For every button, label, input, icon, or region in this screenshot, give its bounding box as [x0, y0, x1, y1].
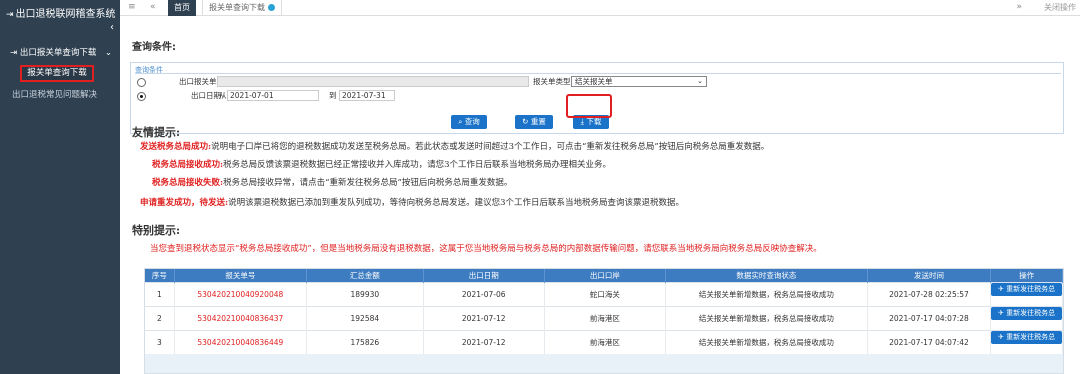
- resend-button[interactable]: ✈ 重新发往税务总局: [991, 306, 1062, 330]
- date-to-input[interactable]: 2021-07-31: [339, 90, 395, 101]
- sidebar-item-declaration-download[interactable]: 报关单查询下载: [20, 65, 94, 82]
- resend-button[interactable]: ✈ 重新发往税务总局: [991, 282, 1062, 306]
- tip-received-failure: 税务总局接收失败:税务总局接收异常，请点击“重新发往税务总局”按钮后向税务总局重…: [152, 178, 513, 188]
- signout-icon: ⇥: [10, 48, 20, 58]
- sidebar-group-declaration[interactable]: ⇥ 出口报关单查询下载 ⌄: [0, 46, 120, 60]
- tips-heading: 友情提示:: [132, 126, 181, 139]
- reset-button[interactable]: ↻ 重置: [515, 115, 553, 129]
- cell-port: 前海港区: [544, 305, 666, 330]
- scroll-left-icon[interactable]: «: [150, 2, 156, 12]
- cell-sent-time: 2021-07-17 04:07:28: [867, 305, 992, 330]
- sidebar: ⇥ 出口退税联网稽查系统 ‹ ⇥ 出口报关单查询下载 ⌄ 报关单查询下载 出口退税…: [0, 0, 120, 374]
- tip-resend-pending: 申请重发成功，待发送:说明该票退税数据已添加到重发队列成功，等待向税务总局发送。…: [140, 198, 685, 208]
- row-declaration-number: 出口报关单号 报关单类型 结关报关单 ⌄: [131, 76, 1063, 88]
- table-header-row: 序号 报关单号 汇总金额 出口日期 出口口岸 数据实时查询状态 发送时间 操作: [145, 269, 1063, 282]
- cell-port: 前海港区: [544, 329, 666, 354]
- send-icon: ✈: [998, 308, 1007, 317]
- special-tips-heading: 特别提示:: [132, 224, 181, 237]
- col-header: 出口日期: [423, 269, 545, 282]
- collapse-chevron-icon[interactable]: ‹: [110, 22, 114, 33]
- col-header: 序号: [145, 269, 175, 282]
- cell-sent-time: 2021-07-17 04:07:42: [867, 329, 992, 354]
- menu-icon[interactable]: ≡: [128, 2, 136, 12]
- cell-sent-time: 2021-07-28 02:25:57: [867, 281, 992, 306]
- sidebar-item-faq[interactable]: 出口退税常见问题解决: [12, 88, 97, 100]
- cell-port: 蛇口海关: [544, 281, 666, 306]
- table-row: 2 530420210040836437 192584 2021-07-12 前…: [145, 305, 1063, 330]
- cell-date: 2021-07-12: [423, 329, 545, 354]
- radio-by-date[interactable]: [137, 92, 146, 101]
- decl-no-input[interactable]: [217, 76, 529, 87]
- send-icon: ✈: [998, 332, 1007, 341]
- app-title: ⇥ 出口退税联网稽查系统: [6, 9, 116, 20]
- close-operations-button[interactable]: 关闭操作: [1044, 0, 1076, 16]
- cell-amount: 192584: [306, 305, 424, 330]
- cell-decl-no[interactable]: 530420210040920048: [174, 281, 308, 306]
- chevron-down-icon: ⌄: [697, 77, 703, 85]
- top-bar: ≡ « 首页 报关单查询下载 » 关闭操作: [120, 0, 1080, 16]
- tip-sent-success: 发送税务总局成功:说明电子口岸已将您的退税数据成功发送至税务总局。若此状态或发送…: [140, 142, 770, 152]
- cell-status: 结关报关单新增数据，税务总局接收成功: [665, 305, 868, 330]
- cell-date: 2021-07-06: [423, 281, 545, 306]
- col-header: 发送时间: [867, 269, 992, 282]
- col-header: 汇总金额: [306, 269, 424, 282]
- cell-date: 2021-07-12: [423, 305, 545, 330]
- search-button[interactable]: ⌕ 查询: [451, 115, 487, 129]
- decl-type-label: 报关单类型: [533, 77, 571, 86]
- divider: [135, 73, 1061, 74]
- special-tip-text: 当您查到退税状态显示“税务总局接收成功”，但是当地税务局没有退税数据，这属于您当…: [150, 244, 822, 254]
- decl-type-select[interactable]: 结关报关单 ⌄: [571, 76, 707, 87]
- cell-no: 2: [145, 305, 175, 330]
- search-icon: ⌕: [458, 117, 465, 126]
- tab-home[interactable]: 首页: [168, 0, 196, 16]
- cell-status: 结关报关单新增数据，税务总局接收成功: [665, 281, 868, 306]
- table-row: 3 530420210040836449 175826 2021-07-12 前…: [145, 329, 1063, 354]
- col-header: 出口口岸: [544, 269, 666, 282]
- download-highlight-box: [566, 94, 612, 118]
- col-header: 操作: [990, 269, 1063, 282]
- cell-status: 结关报关单新增数据，税务总局接收成功: [665, 329, 868, 354]
- signout-icon: ⇥: [6, 10, 14, 20]
- date-from-input[interactable]: 2021-07-01: [227, 90, 319, 101]
- col-header: 报关单号: [174, 269, 308, 282]
- chevron-down-icon: ⌄: [104, 48, 112, 58]
- query-heading: 查询条件:: [132, 42, 176, 53]
- tab-declaration-download[interactable]: 报关单查询下载: [202, 0, 282, 16]
- main-content: 查询条件: 查询条件 出口报关单号 报关单类型 结关报关单 ⌄ 出口日期 从 20…: [120, 16, 1080, 374]
- results-table: 序号 报关单号 汇总金额 出口日期 出口口岸 数据实时查询状态 发送时间 操作 …: [144, 268, 1064, 374]
- cell-no: 3: [145, 329, 175, 354]
- date-label: 出口日期: [191, 91, 221, 100]
- scroll-right-icon[interactable]: »: [1016, 2, 1022, 12]
- cell-decl-no[interactable]: 530420210040836449: [174, 329, 308, 354]
- col-header: 数据实时查询状态: [665, 269, 868, 282]
- cell-amount: 189930: [306, 281, 424, 306]
- cell-no: 1: [145, 281, 175, 306]
- table-row: 1 530420210040920048 189930 2021-07-06 蛇…: [145, 281, 1063, 306]
- tab-close-icon[interactable]: [268, 4, 275, 11]
- tip-received-success: 税务总局接收成功:税务总局反馈该票退税数据已经正常接收并入库成功，请您3个工作日…: [152, 160, 612, 170]
- cell-decl-no[interactable]: 530420210040836437: [174, 305, 308, 330]
- send-icon: ✈: [998, 284, 1007, 293]
- to-label: 到: [329, 91, 337, 100]
- resend-button[interactable]: ✈ 重新发往税务总局: [991, 330, 1062, 354]
- from-label: 从: [219, 91, 227, 100]
- cell-amount: 175826: [306, 329, 424, 354]
- radio-by-number[interactable]: [137, 78, 146, 87]
- refresh-icon: ↻: [522, 117, 531, 126]
